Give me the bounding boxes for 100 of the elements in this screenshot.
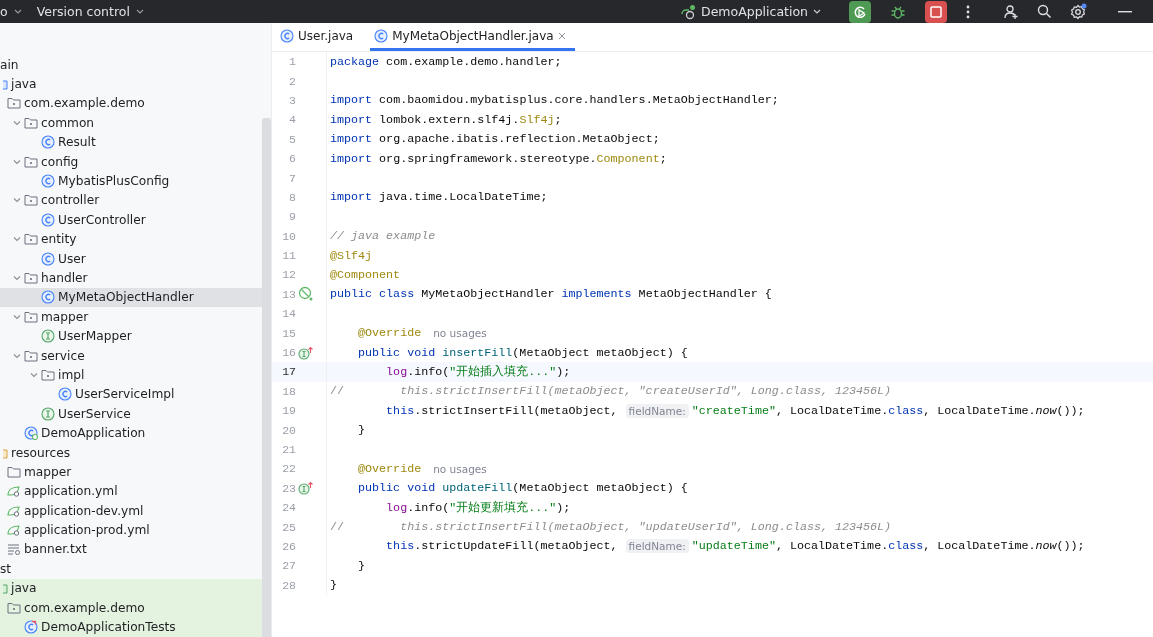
tree-item[interactable]: controller [0, 190, 262, 211]
class-icon [41, 251, 55, 266]
package-folder-icon [41, 368, 55, 381]
tree-item[interactable]: Result [0, 132, 262, 152]
tree-item[interactable]: st [0, 559, 262, 579]
code-text: @Override [357, 326, 422, 341]
more-icon[interactable] [966, 4, 970, 19]
code-text: public class MyMetaObjectHandler implements MetaObjectHandler { [330, 287, 772, 302]
interface-icon [41, 406, 55, 421]
tree-item[interactable]: application-prod.yml [0, 520, 262, 540]
rerun-button[interactable] [849, 0, 871, 23]
editor-tab[interactable]: User.java [276, 23, 363, 51]
tree-item[interactable]: mapper [0, 462, 262, 482]
scrollbar-thumb[interactable] [262, 118, 271, 637]
main-menu-button[interactable]: o [0, 4, 22, 19]
usages-hint[interactable]: no usages [433, 462, 487, 475]
tree-item[interactable]: java [0, 74, 262, 94]
line-number: 12 [281, 268, 296, 282]
spring-config-file-icon [7, 504, 21, 517]
minimize-icon[interactable] [1118, 10, 1132, 13]
chevron-icon[interactable] [13, 274, 21, 282]
line-number: 1 [288, 55, 296, 69]
main-menu-button[interactable]: Version control [36, 4, 144, 19]
class-icon [41, 212, 55, 227]
bean-gutter-icon[interactable] [298, 286, 314, 303]
tree-item[interactable]: impl [0, 365, 262, 385]
line-number: 23 [281, 481, 296, 495]
code-text: @Override [357, 461, 422, 476]
tree-item[interactable]: UserMapper [0, 326, 262, 346]
editor-tab[interactable]: MyMetaObjectHandler.java [370, 23, 575, 51]
add-user-icon[interactable] [1003, 3, 1019, 20]
chevron-icon[interactable] [13, 312, 21, 321]
line-number: 18 [281, 384, 296, 398]
tree-item[interactable]: DemoApplication [0, 423, 262, 443]
code-text: @Slf4j [330, 248, 373, 263]
close-icon[interactable] [557, 31, 566, 40]
line-number: 15 [281, 326, 296, 340]
tree-item[interactable]: resources [0, 442, 262, 463]
stop-button[interactable] [925, 0, 947, 23]
caret-icon [813, 9, 821, 14]
package-folder-icon [24, 155, 38, 168]
tree-item[interactable]: UserService [0, 404, 262, 424]
search-icon[interactable] [1037, 4, 1052, 19]
code-text: public void updateFill(MetaObject metaObject) { [357, 481, 688, 496]
tree-item[interactable]: MybatisPlusConfig [0, 171, 262, 191]
tree-item[interactable]: entity [0, 229, 262, 249]
tree-item[interactable]: java [0, 578, 262, 598]
chevron-icon[interactable] [13, 235, 21, 244]
chevron-icon[interactable] [30, 370, 38, 379]
parameter-hint: fieldName: [625, 539, 689, 554]
code-text: import java.time.LocalDateTime; [330, 190, 548, 205]
tree-item[interactable]: User [0, 248, 262, 269]
line-number: 3 [288, 93, 296, 107]
chevron-icon[interactable] [13, 351, 21, 360]
code-text: "createTime", LocalDateTime.class, LocalDateTime.now()); [691, 403, 1085, 418]
tree-item[interactable]: handler [0, 268, 262, 288]
tree-item[interactable]: ain [0, 55, 262, 75]
line-number: 10 [281, 229, 296, 243]
tree-item[interactable]: DemoApplicationTests [0, 617, 262, 637]
code-text: @Component [330, 268, 401, 282]
code-text: log.info("开始插入填充..."); [385, 364, 571, 380]
code-text: "updateTime", LocalDateTime.class, LocalDateTime.now()); [691, 539, 1085, 554]
line-number: 2 [288, 74, 296, 88]
line-number: 11 [281, 249, 296, 263]
implements-gutter-icon[interactable] [298, 345, 314, 360]
tree-item[interactable]: service [0, 345, 262, 366]
tree-item[interactable]: MyMetaObjectHandler [0, 287, 262, 308]
line-number: 4 [288, 113, 296, 127]
tree-item[interactable]: UserController [0, 210, 262, 230]
spring-config-file-icon [7, 485, 21, 498]
package-folder-icon [24, 272, 38, 284]
code-text: import org.apache.ibatis.reflection.MetaObject; [330, 132, 660, 147]
class-icon [41, 290, 55, 305]
line-number: 25 [281, 520, 296, 534]
package-folder-icon [24, 194, 38, 207]
line-number: 8 [288, 190, 296, 204]
line-number: 19 [281, 404, 296, 418]
code-text: import lombok.extern.slf4j.Slf4j; [330, 112, 562, 127]
tree-item[interactable]: com.example.demo [0, 597, 262, 618]
tree-item[interactable]: com.example.demo [0, 93, 262, 114]
tree-item[interactable]: application-dev.yml [0, 501, 262, 521]
spring-config-file-icon [7, 524, 21, 537]
chevron-icon[interactable] [13, 157, 21, 166]
tree-item[interactable]: UserServiceImpl [0, 384, 262, 405]
settings-icon[interactable] [1070, 3, 1087, 20]
run-configuration-button[interactable]: DemoApplication [680, 3, 821, 20]
tree-item[interactable]: config [0, 151, 262, 172]
tree-item[interactable]: common [0, 113, 262, 133]
spring-class-icon [24, 426, 38, 441]
line-number: 6 [288, 152, 296, 166]
test-class-icon [24, 620, 38, 634]
usages-hint[interactable]: no usages [433, 327, 487, 340]
chevron-icon[interactable] [13, 118, 21, 127]
tree-item[interactable]: application.yml [0, 481, 262, 501]
tree-item[interactable]: banner.txt [0, 539, 262, 560]
implements-gutter-icon[interactable] [298, 481, 314, 496]
code-text: log.info("开始更新填充..."); [385, 500, 571, 516]
chevron-icon[interactable] [13, 196, 21, 205]
tree-item[interactable]: mapper [0, 307, 262, 327]
line-number: 20 [281, 423, 296, 437]
